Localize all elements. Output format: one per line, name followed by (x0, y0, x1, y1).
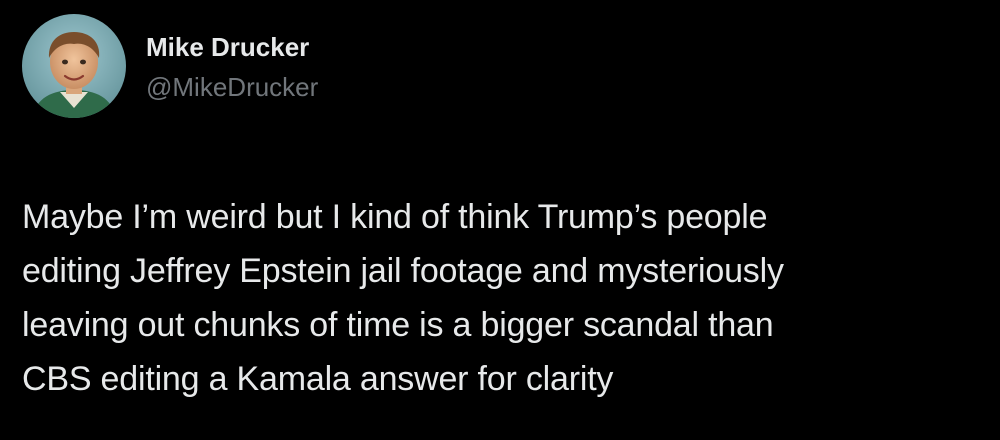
author-identity: Mike Drucker @MikeDrucker (146, 29, 318, 103)
author-display-name[interactable]: Mike Drucker (146, 31, 318, 63)
author-handle[interactable]: @MikeDrucker (146, 71, 318, 103)
tweet-line: leaving out chunks of time is a bigger s… (22, 306, 774, 344)
tweet-card: Mike Drucker @MikeDrucker Maybe I’m weir… (0, 0, 1000, 440)
child-portrait-avatar-icon (22, 14, 126, 118)
tweet-header: Mike Drucker @MikeDrucker (22, 14, 318, 118)
tweet-body: Maybe I’m weird but I kind of think Trum… (22, 190, 982, 406)
tweet-line: Maybe I’m weird but I kind of think Trum… (22, 198, 768, 236)
avatar[interactable] (22, 14, 126, 118)
tweet-line: editing Jeffrey Epstein jail footage and… (22, 252, 784, 290)
tweet-line: CBS editing a Kamala answer for clarity (22, 360, 614, 398)
